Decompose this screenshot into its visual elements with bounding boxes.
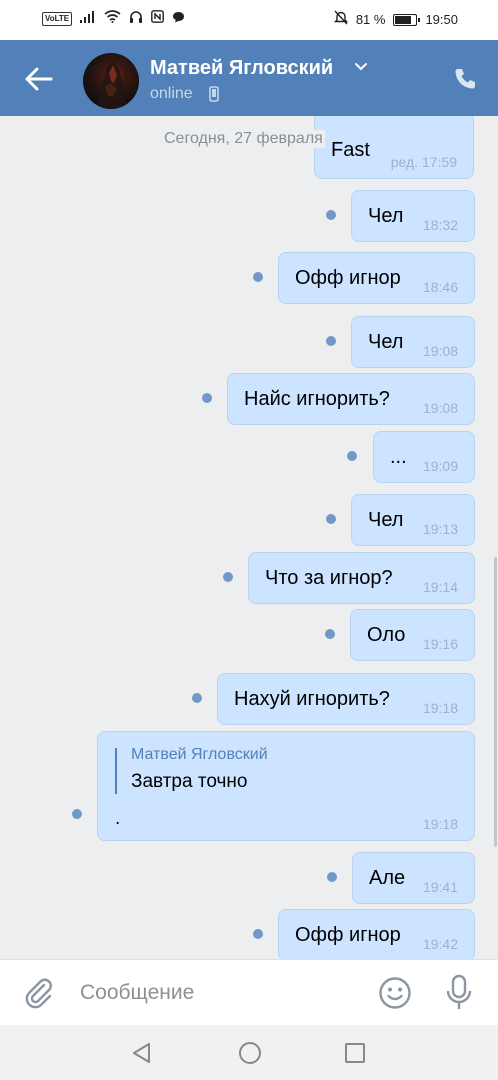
system-nav-bar — [0, 1025, 498, 1080]
message-list[interactable]: Fast ред. 17:59 Сегодня, 27 февраля Чел … — [0, 116, 498, 959]
phone-icon — [455, 69, 475, 89]
message-time: 19:14 — [422, 579, 458, 595]
message-text: Нахуй игнорить? — [234, 688, 390, 710]
attach-button[interactable] — [22, 976, 56, 1010]
date-divider: Сегодня, 27 февраля — [162, 130, 325, 148]
message-time: 19:41 — [422, 879, 458, 895]
nav-recent-apps-button[interactable] — [343, 1041, 367, 1065]
message-bubble[interactable]: Офф игнор 18:46 — [278, 252, 475, 304]
microphone-icon — [446, 974, 472, 1009]
nav-back-button[interactable] — [130, 1041, 154, 1065]
message-time: 19:08 — [422, 343, 458, 359]
circle-home-icon — [239, 1042, 261, 1064]
reply-quoted-text: Завтра точно — [131, 771, 248, 792]
nfc-icon — [151, 10, 165, 27]
emoji-button[interactable] — [378, 976, 412, 1010]
unread-dot — [326, 336, 336, 346]
message-time: 18:32 — [422, 217, 458, 233]
message-input[interactable] — [80, 974, 360, 1012]
message-bubble[interactable]: Найс игнорить? 19:08 — [227, 373, 475, 425]
arrow-left-icon — [25, 67, 53, 91]
back-button[interactable] — [20, 60, 58, 98]
message-text: Найс игнорить? — [244, 388, 390, 410]
contact-status: online — [150, 85, 193, 102]
message-bubble[interactable]: Fast ред. 17:59 — [314, 116, 474, 179]
message-time: 19:18 — [422, 700, 458, 716]
message-bubble[interactable]: Нахуй игнорить? 19:18 — [217, 673, 475, 725]
unread-dot — [347, 451, 357, 461]
battery-icon — [393, 13, 421, 26]
message-text: Офф игнор — [295, 924, 401, 946]
unread-dot — [202, 393, 212, 403]
mute-bell-icon — [333, 10, 349, 29]
unread-dot — [325, 629, 335, 639]
unread-dot — [326, 514, 336, 524]
message-bubble[interactable]: Чел 19:13 — [351, 494, 475, 546]
message-composer — [0, 959, 498, 1025]
message-bubble[interactable]: Оло 19:16 — [350, 609, 475, 661]
message-text: Оло — [367, 624, 406, 646]
chat-header: Матвей Ягловский online — [0, 40, 498, 116]
smile-icon — [379, 977, 411, 1009]
message-bubble[interactable]: Что за игнор? 19:14 — [248, 552, 475, 604]
reply-quote-bar — [115, 748, 117, 794]
signal-icon — [80, 10, 96, 27]
message-text: Чел — [368, 509, 404, 531]
message-text: Fast — [331, 139, 370, 161]
message-time: 19:18 — [422, 816, 458, 832]
contact-name[interactable]: Матвей Ягловский — [150, 57, 333, 80]
unread-dot — [327, 872, 337, 882]
unread-dot — [326, 210, 336, 220]
message-text: Чел — [368, 331, 404, 353]
unread-dot — [72, 809, 82, 819]
microphone-button[interactable] — [444, 974, 474, 1012]
chat-notification-icon — [172, 10, 185, 27]
unread-dot — [192, 693, 202, 703]
chevron-down-icon[interactable] — [354, 62, 368, 72]
avatar-image — [97, 61, 127, 109]
reply-author[interactable]: Матвей Ягловский — [131, 746, 268, 764]
message-time: 19:42 — [422, 936, 458, 952]
scrollbar[interactable] — [494, 557, 497, 847]
message-time: 19:13 — [422, 521, 458, 537]
message-bubble[interactable]: Чел 18:32 — [351, 190, 475, 242]
volte-indicator: VoLTE — [42, 11, 73, 26]
square-recent-icon — [345, 1043, 365, 1063]
battery-percent: 81 % — [355, 11, 386, 27]
message-time: 19:08 — [422, 400, 458, 416]
nav-home-button[interactable] — [238, 1041, 262, 1065]
unread-dot — [223, 572, 233, 582]
mobile-phone-icon — [209, 86, 219, 102]
call-button[interactable] — [448, 62, 482, 96]
message-bubble[interactable]: Офф игнор 19:42 — [278, 909, 475, 959]
message-text: Але — [369, 867, 406, 889]
avatar[interactable] — [83, 53, 139, 109]
message-bubble[interactable]: Чел 19:08 — [351, 316, 475, 368]
message-text: Что за игнор? — [265, 567, 393, 589]
message-time: 19:16 — [422, 636, 458, 652]
reply-message-bubble[interactable]: Матвей Ягловский Завтра точно . 19:18 — [97, 731, 475, 841]
wifi-icon — [104, 10, 121, 27]
message-time: 19:09 — [422, 458, 458, 474]
clock: 19:50 — [425, 11, 458, 27]
message-text: . — [115, 808, 121, 829]
message-text: Офф игнор — [295, 267, 401, 289]
battery-level — [395, 15, 412, 24]
headphones-icon — [129, 10, 143, 27]
status-bar: VoLTE 81 % 19:50 — [0, 0, 498, 40]
unread-dot — [253, 272, 263, 282]
message-bubble[interactable]: Але 19:41 — [352, 852, 475, 904]
message-time: ред. 17:59 — [390, 154, 457, 170]
message-bubble[interactable]: ... 19:09 — [373, 431, 475, 483]
message-time: 18:46 — [422, 279, 458, 295]
message-text: Чел — [368, 205, 404, 227]
message-text: ... — [390, 446, 407, 468]
unread-dot — [253, 929, 263, 939]
paperclip-icon — [25, 978, 52, 1009]
triangle-back-icon — [133, 1043, 150, 1063]
